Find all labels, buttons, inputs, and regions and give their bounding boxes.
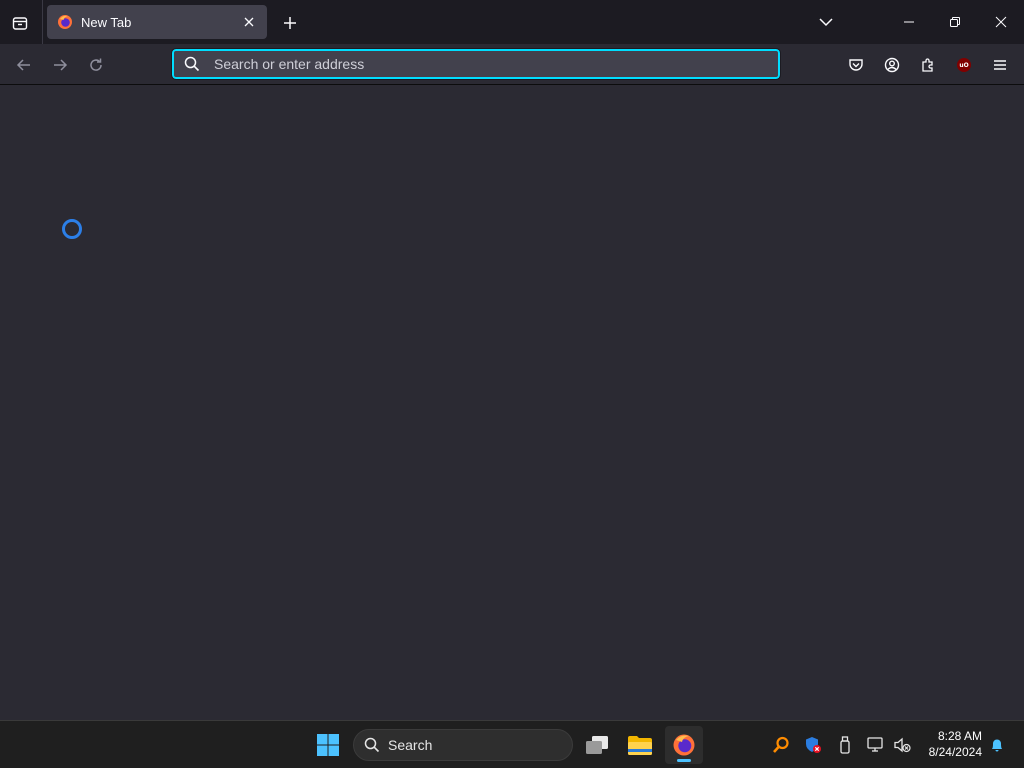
usb-drive-icon: [840, 736, 850, 754]
close-window-button[interactable]: [978, 0, 1024, 44]
minimize-button[interactable]: [886, 0, 932, 44]
plus-icon: [284, 17, 296, 29]
address-input[interactable]: [214, 56, 754, 72]
file-explorer-button[interactable]: [621, 726, 659, 764]
forward-button[interactable]: [45, 50, 75, 80]
back-button[interactable]: [9, 50, 39, 80]
search-icon: [184, 56, 200, 72]
reload-icon: [90, 58, 102, 71]
firefox-view-button[interactable]: [6, 9, 34, 37]
extensions-button[interactable]: [913, 50, 943, 80]
account-icon: [884, 57, 900, 73]
windows-logo-icon: [317, 734, 339, 756]
notifications-button[interactable]: [987, 735, 1007, 755]
tab-title: New Tab: [81, 14, 132, 30]
firefox-icon: [673, 734, 695, 756]
ublock-icon: uO: [957, 58, 971, 72]
task-view-icon: [586, 736, 608, 754]
start-button[interactable]: [309, 726, 347, 764]
hamburger-menu-icon: [994, 60, 1006, 70]
page-content: [0, 86, 1024, 720]
extensions-icon: [922, 58, 933, 72]
restore-icon: [950, 17, 960, 27]
magnifier-orange-icon: [773, 736, 789, 753]
bell-icon: [992, 739, 1002, 752]
tab-separator: [42, 0, 43, 44]
tray-security[interactable]: [803, 735, 823, 755]
search-label: Search: [388, 737, 433, 753]
shield-warning-icon: [806, 737, 821, 753]
loading-spinner-icon: [62, 219, 82, 239]
tray-network[interactable]: [866, 735, 886, 755]
taskbar: Search 8:28 AM 8/24/2024: [0, 720, 1024, 768]
tab-strip: New Tab: [0, 0, 1024, 44]
list-all-tabs-button[interactable]: [812, 8, 840, 36]
active-app-indicator: [677, 759, 691, 762]
arrow-left-icon: [16, 59, 30, 71]
firefox-taskbar-button[interactable]: [665, 726, 703, 764]
volume-muted-icon: [894, 737, 911, 753]
task-view-button[interactable]: [578, 726, 616, 764]
ublock-origin-button[interactable]: uO: [949, 50, 979, 80]
close-icon: [995, 16, 1007, 28]
navigation-toolbar: uO: [0, 44, 1024, 85]
minimize-icon: [904, 21, 914, 23]
clock-time: 8:28 AM: [937, 729, 982, 743]
reload-button[interactable]: [81, 50, 111, 80]
tray-volume[interactable]: [892, 735, 912, 755]
tray-search-app[interactable]: [771, 735, 791, 755]
firefox-view-icon: [12, 17, 28, 30]
tab-new-tab[interactable]: New Tab: [47, 5, 267, 39]
app-menu-button[interactable]: [985, 50, 1015, 80]
tray-usb[interactable]: [835, 735, 855, 755]
url-bar[interactable]: [171, 48, 781, 80]
new-tab-button[interactable]: [276, 9, 304, 37]
pocket-icon: [849, 59, 863, 71]
system-clock[interactable]: 8:28 AM 8/24/2024: [918, 728, 982, 760]
chevron-down-icon: [819, 18, 833, 27]
network-disconnected-icon: [867, 737, 883, 752]
close-tab-button[interactable]: [241, 14, 257, 30]
firefox-icon: [58, 15, 72, 29]
clock-date: 8/24/2024: [928, 745, 982, 759]
close-icon: [244, 17, 254, 27]
restore-button[interactable]: [932, 0, 978, 44]
taskbar-search[interactable]: Search: [353, 729, 573, 761]
folder-icon: [628, 736, 652, 755]
account-button[interactable]: [877, 50, 907, 80]
search-icon: [364, 737, 380, 753]
pocket-button[interactable]: [841, 50, 871, 80]
arrow-right-icon: [54, 59, 68, 71]
